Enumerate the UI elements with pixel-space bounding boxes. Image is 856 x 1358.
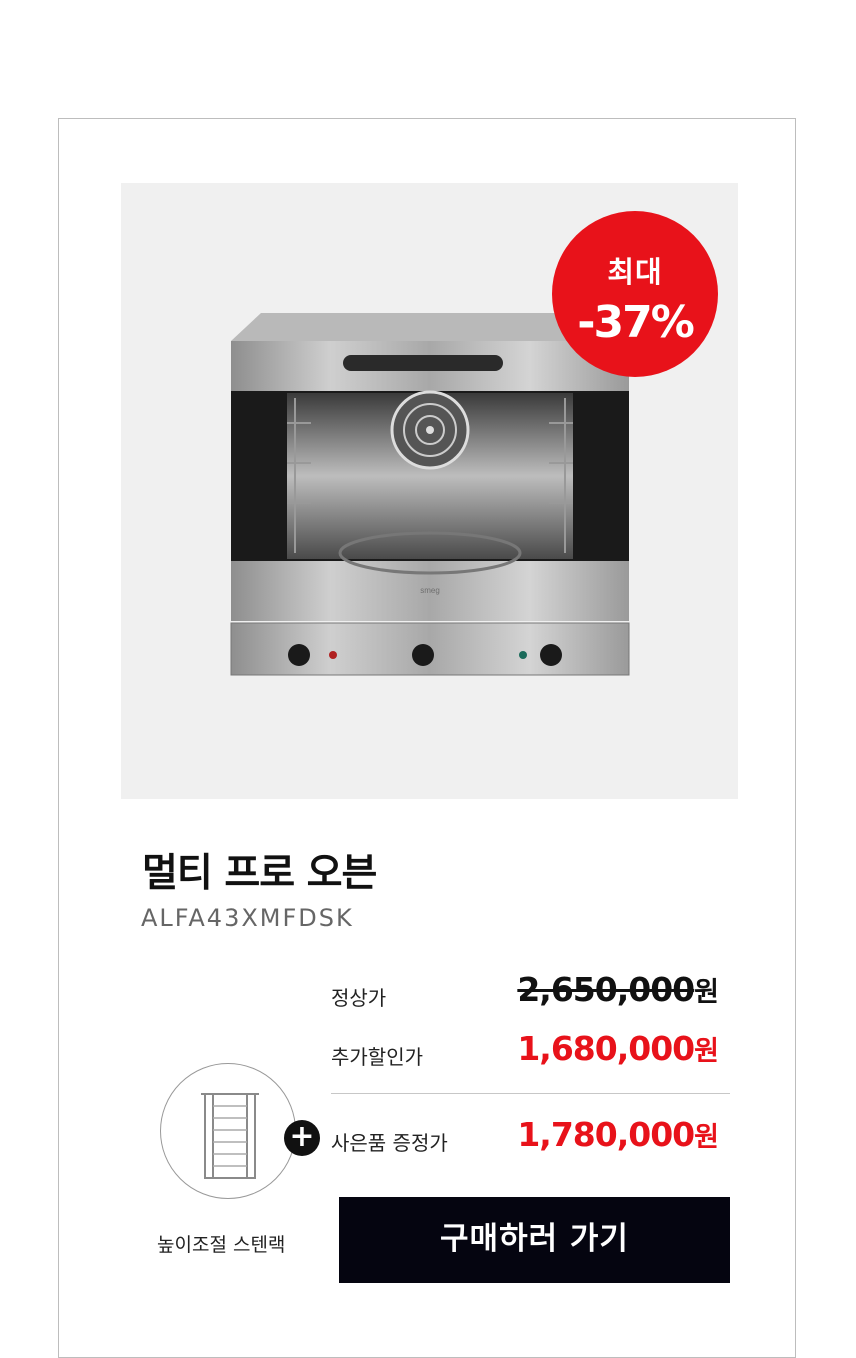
plus-icon: + bbox=[284, 1120, 320, 1156]
gift-image bbox=[160, 1063, 296, 1199]
buy-button[interactable]: 구매하러 가기 bbox=[339, 1197, 730, 1283]
currency-unit: 원 bbox=[694, 977, 719, 1008]
regular-price-label: 정상가 bbox=[331, 986, 387, 1010]
rack-illustration bbox=[201, 1093, 259, 1179]
sale-price-label: 추가할인가 bbox=[331, 1045, 423, 1069]
badge-line1: 최대 bbox=[607, 255, 663, 289]
price-divider bbox=[331, 1093, 730, 1094]
gift-price-label: 사은품 증정가 bbox=[331, 1131, 448, 1155]
product-title: 멀티 프로 오븐 bbox=[142, 851, 377, 896]
sale-price-value: 1,680,000 bbox=[517, 1029, 695, 1068]
regular-price-value: 2,650,000 bbox=[517, 970, 695, 1009]
currency-unit: 원 bbox=[694, 1036, 719, 1067]
badge-line2: -37% bbox=[577, 297, 695, 348]
svg-text:smeg: smeg bbox=[420, 586, 440, 595]
sale-price: 1,680,000원 bbox=[517, 1029, 719, 1068]
discount-badge: 최대 -37% bbox=[552, 211, 718, 377]
product-model: ALFA43XMFDSK bbox=[141, 904, 354, 932]
gift-caption: 높이조절 스텐랙 bbox=[157, 1234, 286, 1256]
regular-price: 2,650,000원 bbox=[517, 970, 719, 1009]
gift-price: 1,780,000원 bbox=[517, 1115, 719, 1154]
gift-price-value: 1,780,000 bbox=[517, 1115, 695, 1154]
currency-unit: 원 bbox=[694, 1122, 719, 1153]
